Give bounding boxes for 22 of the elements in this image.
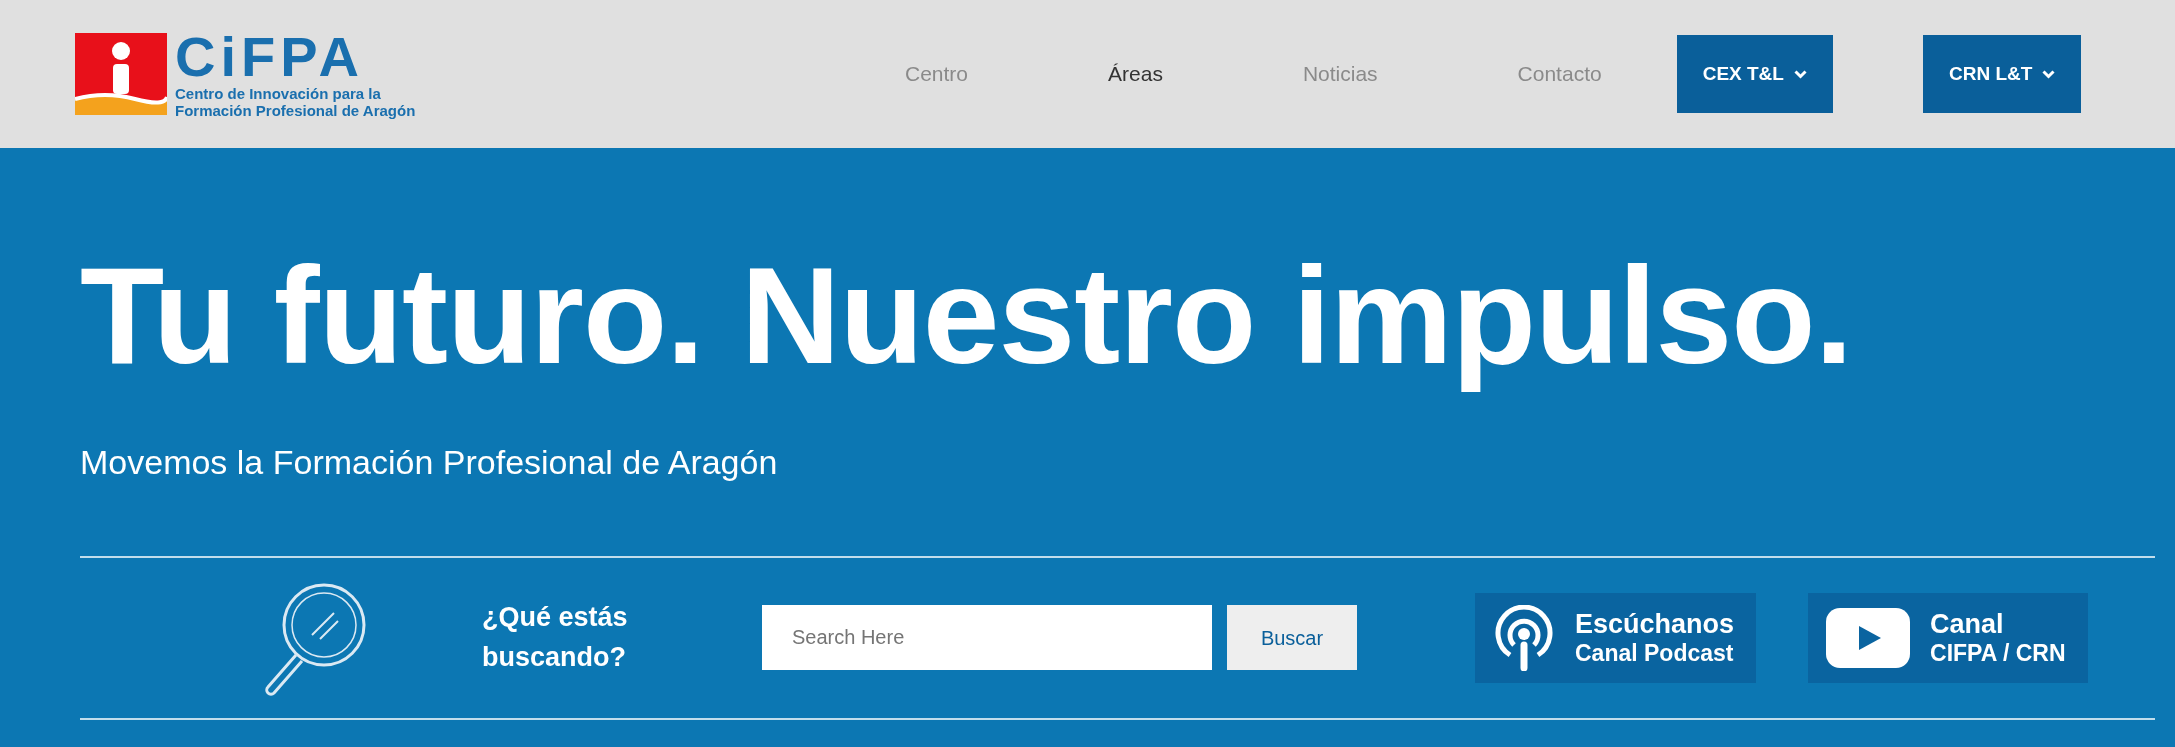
hero-subtitle: Movemos la Formación Profesional de Aragón — [80, 441, 779, 483]
podcast-icon — [1493, 604, 1555, 671]
channel-link[interactable]: Escúchanos Canal Podcast — [1475, 592, 1757, 683]
channel-link[interactable]: Canal CIFPA / CRN — [1808, 592, 2088, 683]
logo-icon — [75, 33, 167, 115]
logo-subtitle: Formación Profesional de Aragón — [175, 102, 416, 120]
channel-label: Canal Podcast — [1575, 640, 1735, 668]
video-play-icon — [1826, 607, 1911, 668]
search-button[interactable]: Buscar — [1227, 605, 1357, 671]
logo-name: CiFPA — [175, 28, 365, 85]
chevron-down-icon — [1793, 69, 1807, 79]
chevron-down-icon — [2042, 69, 2056, 79]
logo-subtitle: Centro de Innovación para la — [175, 84, 382, 102]
channel-label: Escúchanos — [1575, 607, 1735, 640]
nav-link[interactable]: Áreas — [1108, 58, 1163, 90]
search-prompt: ¿Qué estás buscando? — [482, 601, 629, 674]
dropdown-button[interactable]: CEX T&L — [1676, 35, 1833, 113]
channel-label: Canal — [1930, 607, 2005, 640]
dropdown-button[interactable]: CRN L&T — [1922, 35, 2082, 113]
hero-title: Tu futuro. Nuestro impulso. — [80, 237, 1853, 394]
search-field[interactable]: Search Here — [762, 605, 1212, 671]
channel-label: CIFPA / CRN — [1930, 640, 2066, 668]
